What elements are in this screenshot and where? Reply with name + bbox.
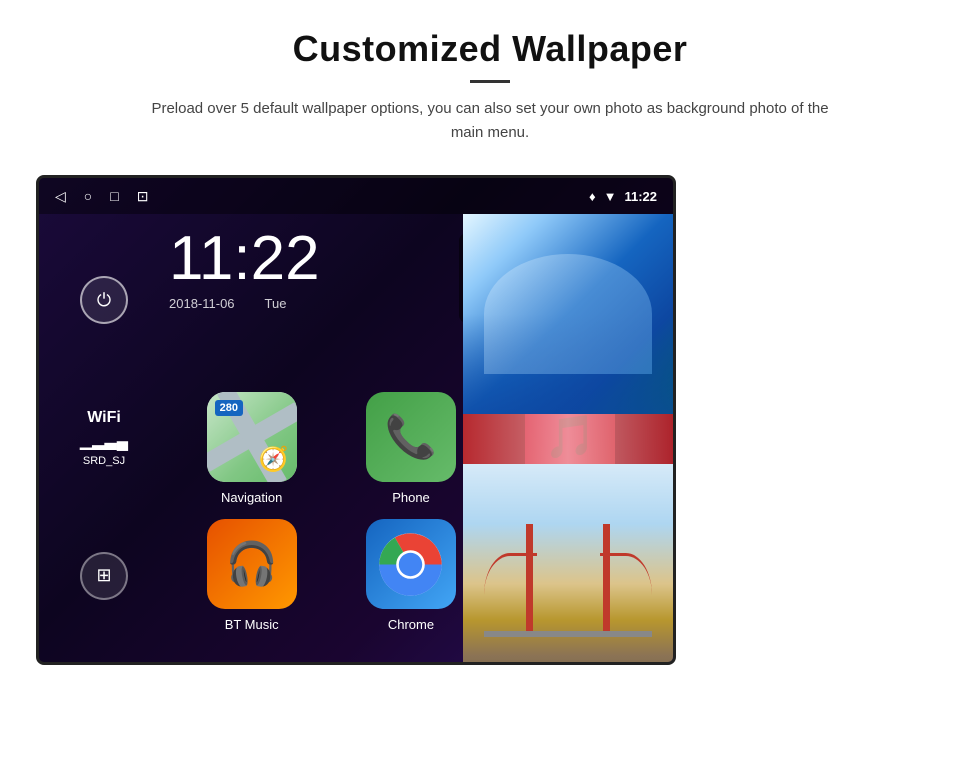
app-chrome-label: Chrome bbox=[388, 617, 434, 632]
clock-area: 11:22 2018-11-06 Tue bbox=[169, 228, 320, 311]
back-icon[interactable]: ◁ bbox=[55, 188, 66, 205]
home-icon[interactable]: ○ bbox=[84, 188, 92, 204]
bt-music-icon: 🎧 bbox=[207, 519, 297, 609]
app-phone[interactable]: 📞 Phone bbox=[338, 392, 483, 505]
wifi-bars: ▁▂▃▄ bbox=[80, 431, 128, 451]
power-button[interactable]: ⏻ bbox=[80, 276, 128, 324]
clock-day: Tue bbox=[265, 296, 287, 311]
page-header: Customized Wallpaper Preload over 5 defa… bbox=[0, 0, 980, 161]
clock-date-value: 2018-11-06 bbox=[169, 296, 235, 311]
app-phone-label: Phone bbox=[392, 490, 430, 505]
left-sidebar: ⏻ WiFi ▁▂▃▄ SRD_SJ ⊞ bbox=[39, 214, 169, 662]
wallpaper-bridge: CarSetting bbox=[463, 464, 673, 665]
page-description: Preload over 5 default wallpaper options… bbox=[140, 97, 840, 145]
nav-badge: 280 bbox=[215, 400, 243, 416]
power-icon: ⏻ bbox=[97, 290, 111, 311]
app-navigation[interactable]: 280 🧭 Navigation bbox=[179, 392, 324, 505]
title-divider bbox=[470, 80, 510, 83]
location-icon: ♦ bbox=[589, 189, 596, 204]
clock-date: 2018-11-06 Tue bbox=[169, 296, 320, 311]
separator-bar bbox=[463, 414, 673, 464]
status-right: ♦ ▼ 11:22 bbox=[589, 189, 657, 204]
app-navigation-label: Navigation bbox=[221, 490, 282, 505]
device-mockup: ◁ ○ □ ⊡ ♦ ▼ 11:22 ⏻ WiFi ▁▂▃▄ SRD_SJ ⊞ bbox=[36, 175, 676, 665]
clock-time: 11:22 bbox=[169, 228, 320, 290]
page-title: Customized Wallpaper bbox=[80, 28, 900, 70]
phone-icon: 📞 bbox=[366, 392, 456, 482]
status-time: 11:22 bbox=[624, 189, 657, 204]
wifi-ssid: SRD_SJ bbox=[80, 455, 128, 467]
recent-icon[interactable]: □ bbox=[110, 188, 118, 204]
wifi-label: WiFi bbox=[80, 409, 128, 427]
app-bt-music[interactable]: 🎧 BT Music bbox=[179, 519, 324, 632]
navigation-icon: 280 🧭 bbox=[207, 392, 297, 482]
main-content: ◁ ○ □ ⊡ ♦ ▼ 11:22 ⏻ WiFi ▁▂▃▄ SRD_SJ ⊞ bbox=[0, 161, 980, 754]
nav-icons: ◁ ○ □ ⊡ bbox=[55, 188, 148, 205]
app-chrome[interactable]: Chrome bbox=[338, 519, 483, 632]
chrome-icon bbox=[366, 519, 456, 609]
app-bt-music-label: BT Music bbox=[225, 617, 279, 632]
wallpaper-ice bbox=[463, 214, 673, 414]
grid-button[interactable]: ⊞ bbox=[80, 552, 128, 600]
signal-icon: ▼ bbox=[604, 189, 617, 204]
compass-icon: 🧭 bbox=[259, 445, 289, 474]
wifi-info: WiFi ▁▂▃▄ SRD_SJ bbox=[80, 409, 128, 467]
grid-icon: ⊞ bbox=[96, 565, 111, 586]
status-bar: ◁ ○ □ ⊡ ♦ ▼ 11:22 bbox=[39, 178, 673, 214]
screenshot-icon[interactable]: ⊡ bbox=[137, 188, 149, 205]
chrome-logo bbox=[378, 532, 443, 597]
right-overlay: CarSetting bbox=[463, 214, 673, 662]
